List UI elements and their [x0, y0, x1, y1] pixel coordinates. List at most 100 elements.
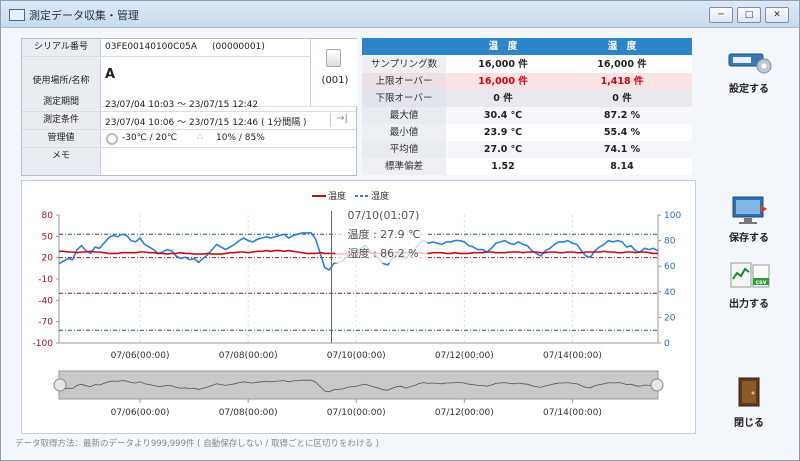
x-tick-label: 07/08(00:00) [219, 351, 278, 361]
y-left-tick-label: 20 [42, 254, 54, 264]
navigator-tick-label: 07/08(00:00) [219, 408, 278, 418]
x-tick-label: 07/10(00:00) [327, 351, 386, 361]
settings-device-icon [728, 53, 772, 74]
stats-row-temp: 16,000 件 [478, 76, 528, 87]
management-row: 管理値 -30℃ / 20℃ ∴ 10% / 85% [22, 130, 356, 148]
stats-row-label: 標準偏差 [362, 158, 446, 175]
management-label: 管理値 [22, 130, 101, 147]
chart-area: 温度 湿度 80 50 20 -10 -40 -70 -100 100 80 60 40 20 0 07/06… [21, 180, 696, 434]
y-right-tick-label: 80 [664, 237, 676, 247]
management-hum: 10% / 85% [216, 133, 265, 143]
y-left-tick-label: -70 [38, 318, 53, 328]
humidity-dots-icon: ∴ [197, 132, 204, 143]
stats-header-hum: 湿 度 [607, 41, 637, 52]
stats-header: 温 度 湿 度 [362, 38, 692, 55]
stats-row-label: 下限オーバー [362, 90, 446, 107]
stats-row: 平均値 27.0 ℃ 74.1 % [362, 141, 692, 158]
period-value: 23/07/04 10:03 ～ 23/07/15 12:42 [105, 100, 259, 110]
serial-sub: (00000001) [212, 42, 265, 52]
stats-row-hum: 55.4 % [603, 127, 641, 138]
y-left-tick-label: 80 [42, 211, 54, 221]
navigator-tick-label: 07/14(00:00) [543, 408, 602, 418]
stats-row-temp: 27.0 ℃ [483, 144, 523, 155]
export-arrow-icon[interactable]: →| [330, 113, 353, 127]
measurement-chart[interactable]: 温度 湿度 80 50 20 -10 -40 -70 -100 100 80 60 40 20 0 07/06… [22, 181, 695, 433]
device-number: (001) [321, 75, 349, 86]
main-window: 測定データ収集・管理 ─ □ ✕ シリアル番号 03FE00140100C05A… [0, 0, 800, 461]
stats-row: 下限オーバー 0 件 0 件 [362, 90, 692, 107]
minimize-button[interactable]: ─ [709, 7, 733, 23]
location-value: A [105, 67, 116, 82]
tooltip-time: 07/10(01:07) [347, 209, 419, 222]
stats-row-temp: 16,000 件 [478, 59, 528, 70]
save-label: 保存する [729, 233, 769, 244]
serial-label: シリアル番号 [22, 39, 101, 56]
stats-row-hum: 8.14 [610, 161, 634, 172]
legend-hum-label: 湿度 [371, 190, 389, 202]
stats-row-hum: 0 件 [612, 93, 632, 104]
stats-row: サンプリング数 16,000 件 16,000 件 [362, 56, 692, 73]
close-button[interactable]: 閉じる [713, 376, 785, 429]
stats-row-label: サンプリング数 [362, 56, 446, 73]
period-label: 測定期間 [22, 94, 101, 111]
y-left-tick-label: 50 [42, 232, 54, 242]
device-icon [326, 49, 341, 67]
y-right-tick-label: 0 [664, 339, 670, 349]
settings-label: 設定する [729, 84, 769, 95]
stats-row-temp: 23.9 ℃ [483, 127, 523, 138]
stats-row-hum: 16,000 件 [597, 59, 647, 70]
period-row: 測定期間 23/07/04 10:03 ～ 23/07/15 12:42 [22, 94, 356, 112]
save-monitor-icon [732, 196, 767, 224]
navigator-track[interactable] [58, 370, 659, 400]
csv-tag: csv [755, 279, 766, 286]
navigator-right-handle[interactable] [650, 378, 664, 392]
status-bar-text: データ取得方法：最新のデータより999,999件 ( 自動保存しない / 取得ご… [15, 439, 379, 449]
maximize-button[interactable]: □ [737, 7, 761, 23]
stats-row-label: 最大値 [362, 107, 446, 124]
settings-button[interactable]: 設定する [713, 46, 785, 96]
stats-row: 最小値 23.9 ℃ 55.4 % [362, 124, 692, 141]
navigator-left-handle[interactable] [53, 378, 67, 392]
output-chart-csv-icon: csv [730, 262, 770, 288]
output-button[interactable]: csv 出力する [713, 259, 785, 310]
x-tick-label: 07/12(00:00) [435, 351, 494, 361]
tooltip-temp: 温度 : 27.9 ℃ [347, 227, 420, 241]
y-left-tick-label: -40 [38, 296, 53, 306]
temperature-ring-icon [106, 133, 118, 145]
stats-header-temp: 温 度 [488, 41, 518, 52]
serial-value: 03FE00140100C05A [105, 42, 198, 52]
save-button[interactable]: 保存する [713, 193, 785, 244]
close-window-button[interactable]: ✕ [765, 7, 789, 23]
stats-row-temp: 1.52 [491, 161, 515, 172]
memo-label: メモ [22, 148, 101, 175]
stats-row-temp: 30.4 ℃ [483, 110, 523, 121]
y-right-tick-label: 100 [664, 211, 681, 221]
navigator-tick-label: 07/06(00:00) [111, 408, 170, 418]
stats-row: 最大値 30.4 ℃ 87.2 % [362, 107, 692, 124]
door-exit-icon [738, 377, 760, 407]
navigator-tick-label: 07/12(00:00) [435, 408, 494, 418]
stats-row-hum: 74.1 % [603, 144, 641, 155]
stats-row-label: 上限オーバー [362, 73, 446, 90]
navigator-tick-label: 07/10(00:00) [327, 408, 386, 418]
serial-row: シリアル番号 03FE00140100C05A (00000001) [22, 39, 356, 57]
title-bar: 測定データ収集・管理 ─ □ ✕ [1, 1, 799, 28]
close-label: 閉じる [734, 418, 764, 429]
y-right-tick-label: 20 [664, 313, 676, 323]
statistics-table: 温 度 湿 度 サンプリング数 16,000 件 16,000 件上限オーバー 16,… [362, 38, 692, 175]
output-label: 出力する [729, 299, 769, 310]
y-left-tick-label: -100 [33, 339, 54, 349]
stats-row-label: 最小値 [362, 124, 446, 141]
tooltip-hum: 湿度 : 86.2 % [347, 246, 418, 260]
y-left-tick-label: -10 [38, 275, 53, 285]
memo-row: メモ [22, 148, 356, 175]
window-title: 測定データ収集・管理 [29, 9, 139, 22]
x-tick-label: 07/06(00:00) [111, 351, 170, 361]
stats-row: 上限オーバー 16,000 件 1,418 件 [362, 73, 692, 90]
stats-row-hum: 1,418 件 [600, 76, 644, 87]
app-window-icon [9, 9, 25, 21]
condition-label: 測定条件 [22, 112, 101, 129]
stats-row-temp: 0 件 [493, 93, 513, 104]
stats-row: 標準偏差 1.52 8.14 [362, 158, 692, 175]
y-right-tick-label: 40 [664, 288, 676, 298]
